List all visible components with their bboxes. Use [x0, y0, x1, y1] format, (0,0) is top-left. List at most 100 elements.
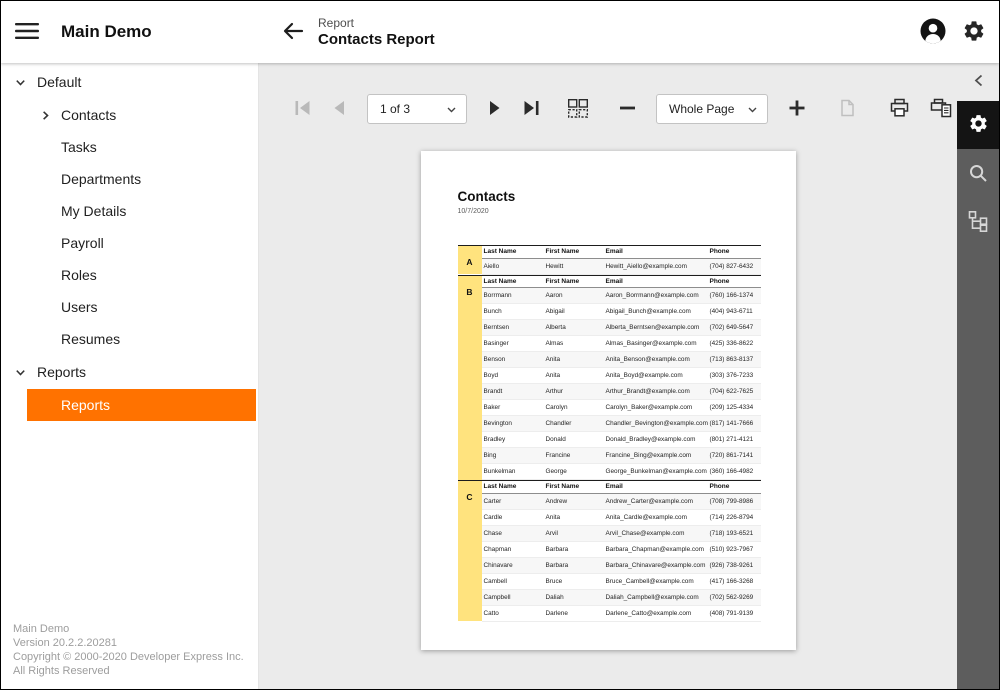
sidebar-item-label: Reports	[61, 397, 110, 413]
first-name-cell: Chandler	[544, 416, 604, 432]
last-name-cell: Bevington	[482, 416, 544, 432]
phone-cell: (801) 271-4121	[708, 432, 761, 448]
zoom-in-button[interactable]	[788, 99, 806, 120]
header-actions	[919, 17, 999, 48]
sidebar-item-roles[interactable]: Roles	[27, 259, 256, 291]
sidebar-item-contacts[interactable]: Contacts	[27, 99, 256, 131]
phone-cell: (408) 791-9139	[708, 605, 761, 621]
first-name-cell: Andrew	[544, 493, 604, 509]
column-header: Last Name	[482, 481, 544, 494]
table-row: CambellBruceBruce_Cambell@example.com(41…	[458, 573, 761, 589]
page-selector[interactable]: 1 of 3	[367, 94, 467, 124]
table-row: BerntsenAlbertaAlberta_Berntsen@example.…	[458, 320, 761, 336]
email-cell: Hewitt_Aiello@example.com	[604, 258, 708, 274]
sidebar-item-label: Roles	[61, 267, 97, 283]
column-header: Email	[604, 246, 708, 259]
table-row: BasingerAlmasAlmas_Basinger@example.com(…	[458, 336, 761, 352]
phone-cell: (510) 923-7967	[708, 541, 761, 557]
sidebar-item-my-details[interactable]: My Details	[27, 195, 256, 227]
email-cell: Andrew_Carter@example.com	[604, 493, 708, 509]
print-page-button[interactable]	[930, 98, 952, 121]
multipage-view-button[interactable]	[567, 98, 589, 121]
table-row: CattoDarleneDarlene_Catto@example.com(40…	[458, 605, 761, 621]
first-name-cell: Barbara	[544, 557, 604, 573]
next-page-button[interactable]	[487, 99, 502, 120]
sidebar-item-payroll[interactable]: Payroll	[27, 227, 256, 259]
group-letter-cell: C	[458, 481, 482, 622]
zoom-selector-value: Whole Page	[669, 102, 734, 116]
account-button[interactable]	[919, 17, 947, 48]
last-name-cell: Catto	[482, 605, 544, 621]
first-name-cell: Daliah	[544, 589, 604, 605]
sidebar-item-tasks[interactable]: Tasks	[27, 131, 256, 163]
last-name-cell: Baker	[482, 400, 544, 416]
last-name-cell: Bing	[482, 448, 544, 464]
export-button[interactable]	[838, 98, 857, 121]
table-row: CarterAndrewAndrew_Carter@example.com(70…	[458, 493, 761, 509]
report-title: Contacts	[458, 189, 759, 204]
email-cell: Arthur_Brandt@example.com	[604, 384, 708, 400]
report-group-A: ALast NameFirst NameEmailPhoneAielloHewi…	[458, 245, 761, 275]
table-row: BoydAnitaAnita_Boyd@example.com(303) 376…	[458, 368, 761, 384]
first-name-cell: Donald	[544, 432, 604, 448]
table-row: BensonAnitaAnita_Benson@example.com(713)…	[458, 352, 761, 368]
phone-cell: (713) 863-8137	[708, 352, 761, 368]
sidebar-item-reports[interactable]: Reports	[27, 389, 256, 421]
first-name-cell: Arvil	[544, 525, 604, 541]
sidebar-group-reports[interactable]: Reports	[1, 355, 258, 389]
email-cell: Francine_Bing@example.com	[604, 448, 708, 464]
sidebar-item-resumes[interactable]: Resumes	[27, 323, 256, 355]
print-button[interactable]	[889, 98, 910, 121]
table-header-row: ALast NameFirst NameEmailPhone	[458, 246, 761, 259]
sidebar-footer: Main DemoVersion 20.2.2.20281Copyright ©…	[13, 622, 244, 678]
sidebar-group-default[interactable]: Default	[1, 65, 258, 99]
previous-page-button[interactable]	[332, 99, 347, 120]
tab-parameters[interactable]	[957, 101, 999, 149]
tab-search[interactable]	[957, 153, 999, 197]
app-header: Main Demo Report Contacts Report	[1, 1, 999, 63]
first-page-button[interactable]	[293, 99, 312, 120]
last-page-button[interactable]	[522, 99, 541, 120]
document-map-icon	[968, 211, 988, 235]
sidebar-item-departments[interactable]: Departments	[27, 163, 256, 195]
phone-cell: (425) 336-8622	[708, 336, 761, 352]
zoom-out-button[interactable]	[619, 99, 636, 120]
email-cell: Carolyn_Baker@example.com	[604, 400, 708, 416]
phone-cell: (714) 226-8794	[708, 509, 761, 525]
table-row: BevingtonChandlerChandler_Bevington@exam…	[458, 416, 761, 432]
chevron-down-icon	[447, 102, 456, 116]
hamburger-menu-button[interactable]	[15, 22, 39, 43]
zoom-selector[interactable]: Whole Page	[656, 94, 768, 124]
last-name-cell: Boyd	[482, 368, 544, 384]
sidebar-item-users[interactable]: Users	[27, 291, 256, 323]
hamburger-icon	[15, 22, 39, 43]
email-cell: Aaron_Borrmann@example.com	[604, 288, 708, 304]
report-page: Contacts 10/7/2020 ALast NameFirst NameE…	[421, 151, 796, 650]
phone-cell: (417) 166-3268	[708, 573, 761, 589]
chevron-left-icon	[974, 74, 983, 90]
next-page-icon	[487, 99, 502, 120]
email-cell: Almas_Basinger@example.com	[604, 336, 708, 352]
phone-cell: (720) 861-7141	[708, 448, 761, 464]
search-icon	[968, 163, 989, 187]
sidebar-item-label: Tasks	[61, 139, 97, 155]
first-name-cell: Alberta	[544, 320, 604, 336]
email-cell: Alberta_Berntsen@example.com	[604, 320, 708, 336]
collapse-panel-button[interactable]	[957, 63, 999, 101]
report-date: 10/7/2020	[458, 208, 759, 215]
settings-button[interactable]	[962, 19, 986, 46]
report-group-C: CLast NameFirst NameEmailPhoneCarterAndr…	[458, 480, 761, 622]
back-button[interactable]	[282, 21, 304, 44]
table-row: BorrmannAaronAaron_Borrmann@example.com(…	[458, 288, 761, 304]
last-name-cell: Cardle	[482, 509, 544, 525]
first-name-cell: Carolyn	[544, 400, 604, 416]
email-cell: Darlene_Catto@example.com	[604, 605, 708, 621]
tab-document-map[interactable]	[957, 201, 999, 245]
minus-icon	[619, 99, 636, 120]
panel-tabs	[957, 101, 999, 689]
email-cell: Chandler_Bevington@example.com	[604, 416, 708, 432]
email-cell: Donald_Bradley@example.com	[604, 432, 708, 448]
side-panel	[957, 63, 999, 689]
first-name-cell: Bruce	[544, 573, 604, 589]
phone-cell: (404) 943-6711	[708, 304, 761, 320]
